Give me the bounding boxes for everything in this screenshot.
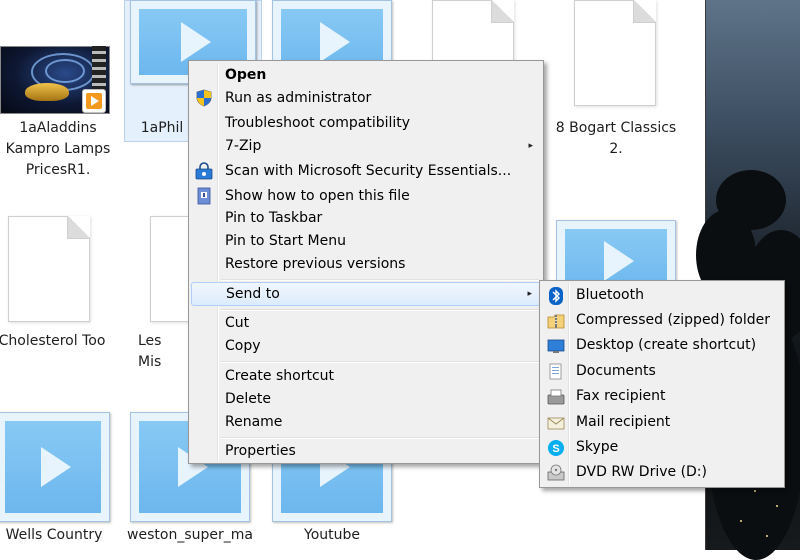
menu-item-cut[interactable]: Cut	[191, 312, 541, 334]
menu-item-create-shortcut[interactable]: Create shortcut	[191, 365, 541, 387]
send-to-skype[interactable]: S Skype	[542, 435, 782, 460]
menu-item-properties[interactable]: Properties	[191, 440, 541, 462]
fax-icon	[547, 388, 565, 406]
bluetooth-icon	[547, 287, 565, 305]
menu-item-pin-taskbar[interactable]: Pin to Taskbar	[191, 207, 541, 229]
send-to-desktop[interactable]: Desktop (create shortcut)	[542, 333, 782, 358]
menu-item-open[interactable]: Open	[191, 64, 541, 86]
icon-label-wells[interactable]: Wells Country	[0, 525, 124, 546]
uac-shield-icon	[195, 89, 213, 107]
menu-item-troubleshoot[interactable]: Troubleshoot compatibility	[191, 112, 541, 134]
icon-label-aladdin[interactable]: 1aAladdins Kampro Lamps PricesR1.	[0, 118, 128, 181]
submenu-arrow-icon: ▸	[528, 141, 533, 151]
menu-item-run-as-admin[interactable]: Run as administrator	[191, 87, 541, 109]
send-to-bluetooth[interactable]: Bluetooth	[542, 283, 782, 308]
send-to-dvd[interactable]: DVD RW Drive (D:)	[542, 460, 782, 485]
icon-label-weston[interactable]: weston_super_ma	[120, 525, 260, 546]
icon-label-cholesterol[interactable]: Cholesterol Too	[0, 331, 122, 352]
menu-item-delete[interactable]: Delete	[191, 388, 541, 410]
skype-icon: S	[547, 439, 565, 457]
security-essentials-icon	[195, 162, 213, 180]
send-to-fax[interactable]: Fax recipient	[542, 384, 782, 409]
menu-item-scan-mse[interactable]: Scan with Microsoft Security Essentials.…	[191, 160, 541, 182]
icon-label-lesmis[interactable]: Les Mis	[138, 331, 188, 373]
send-to-zip[interactable]: Compressed (zipped) folder	[542, 308, 782, 333]
desktop-icon	[547, 337, 565, 355]
mail-icon	[547, 414, 565, 432]
svg-text:S: S	[552, 443, 559, 455]
context-menu: Open Run as administrator Troubleshoot c…	[188, 60, 544, 464]
send-to-mail[interactable]: Mail recipient	[542, 410, 782, 435]
video-thumbnail-wells[interactable]	[0, 412, 110, 522]
menu-item-copy[interactable]: Copy	[191, 335, 541, 357]
menu-separator	[221, 279, 539, 281]
document-thumbnail-cholesterol[interactable]	[8, 216, 90, 322]
menu-item-restore-versions[interactable]: Restore previous versions	[191, 253, 541, 275]
help-open-icon	[195, 187, 213, 205]
documents-icon	[547, 363, 565, 381]
document-thumbnail-bogart[interactable]	[574, 0, 656, 106]
icon-label-youtube[interactable]: Youtube	[262, 525, 402, 546]
menu-separator	[221, 361, 539, 363]
icon-label-bogart[interactable]: 8 Bogart Classics 2.	[546, 118, 686, 160]
dvd-drive-icon	[547, 464, 565, 482]
menu-item-show-how-to-open[interactable]: Show how to open this file	[191, 185, 541, 207]
menu-item-rename[interactable]: Rename	[191, 411, 541, 433]
menu-separator	[221, 437, 539, 439]
menu-separator	[221, 309, 539, 311]
menu-item-send-to[interactable]: Send to ▸	[191, 282, 541, 306]
media-play-badge-icon	[82, 89, 106, 113]
send-to-submenu: Bluetooth Compressed (zipped) folder Des…	[539, 280, 785, 488]
send-to-documents[interactable]: Documents	[542, 359, 782, 384]
submenu-arrow-icon: ▸	[527, 289, 532, 299]
menu-item-7zip[interactable]: 7-Zip ▸	[191, 135, 541, 157]
menu-item-pin-start[interactable]: Pin to Start Menu	[191, 230, 541, 252]
zip-folder-icon	[547, 312, 565, 330]
